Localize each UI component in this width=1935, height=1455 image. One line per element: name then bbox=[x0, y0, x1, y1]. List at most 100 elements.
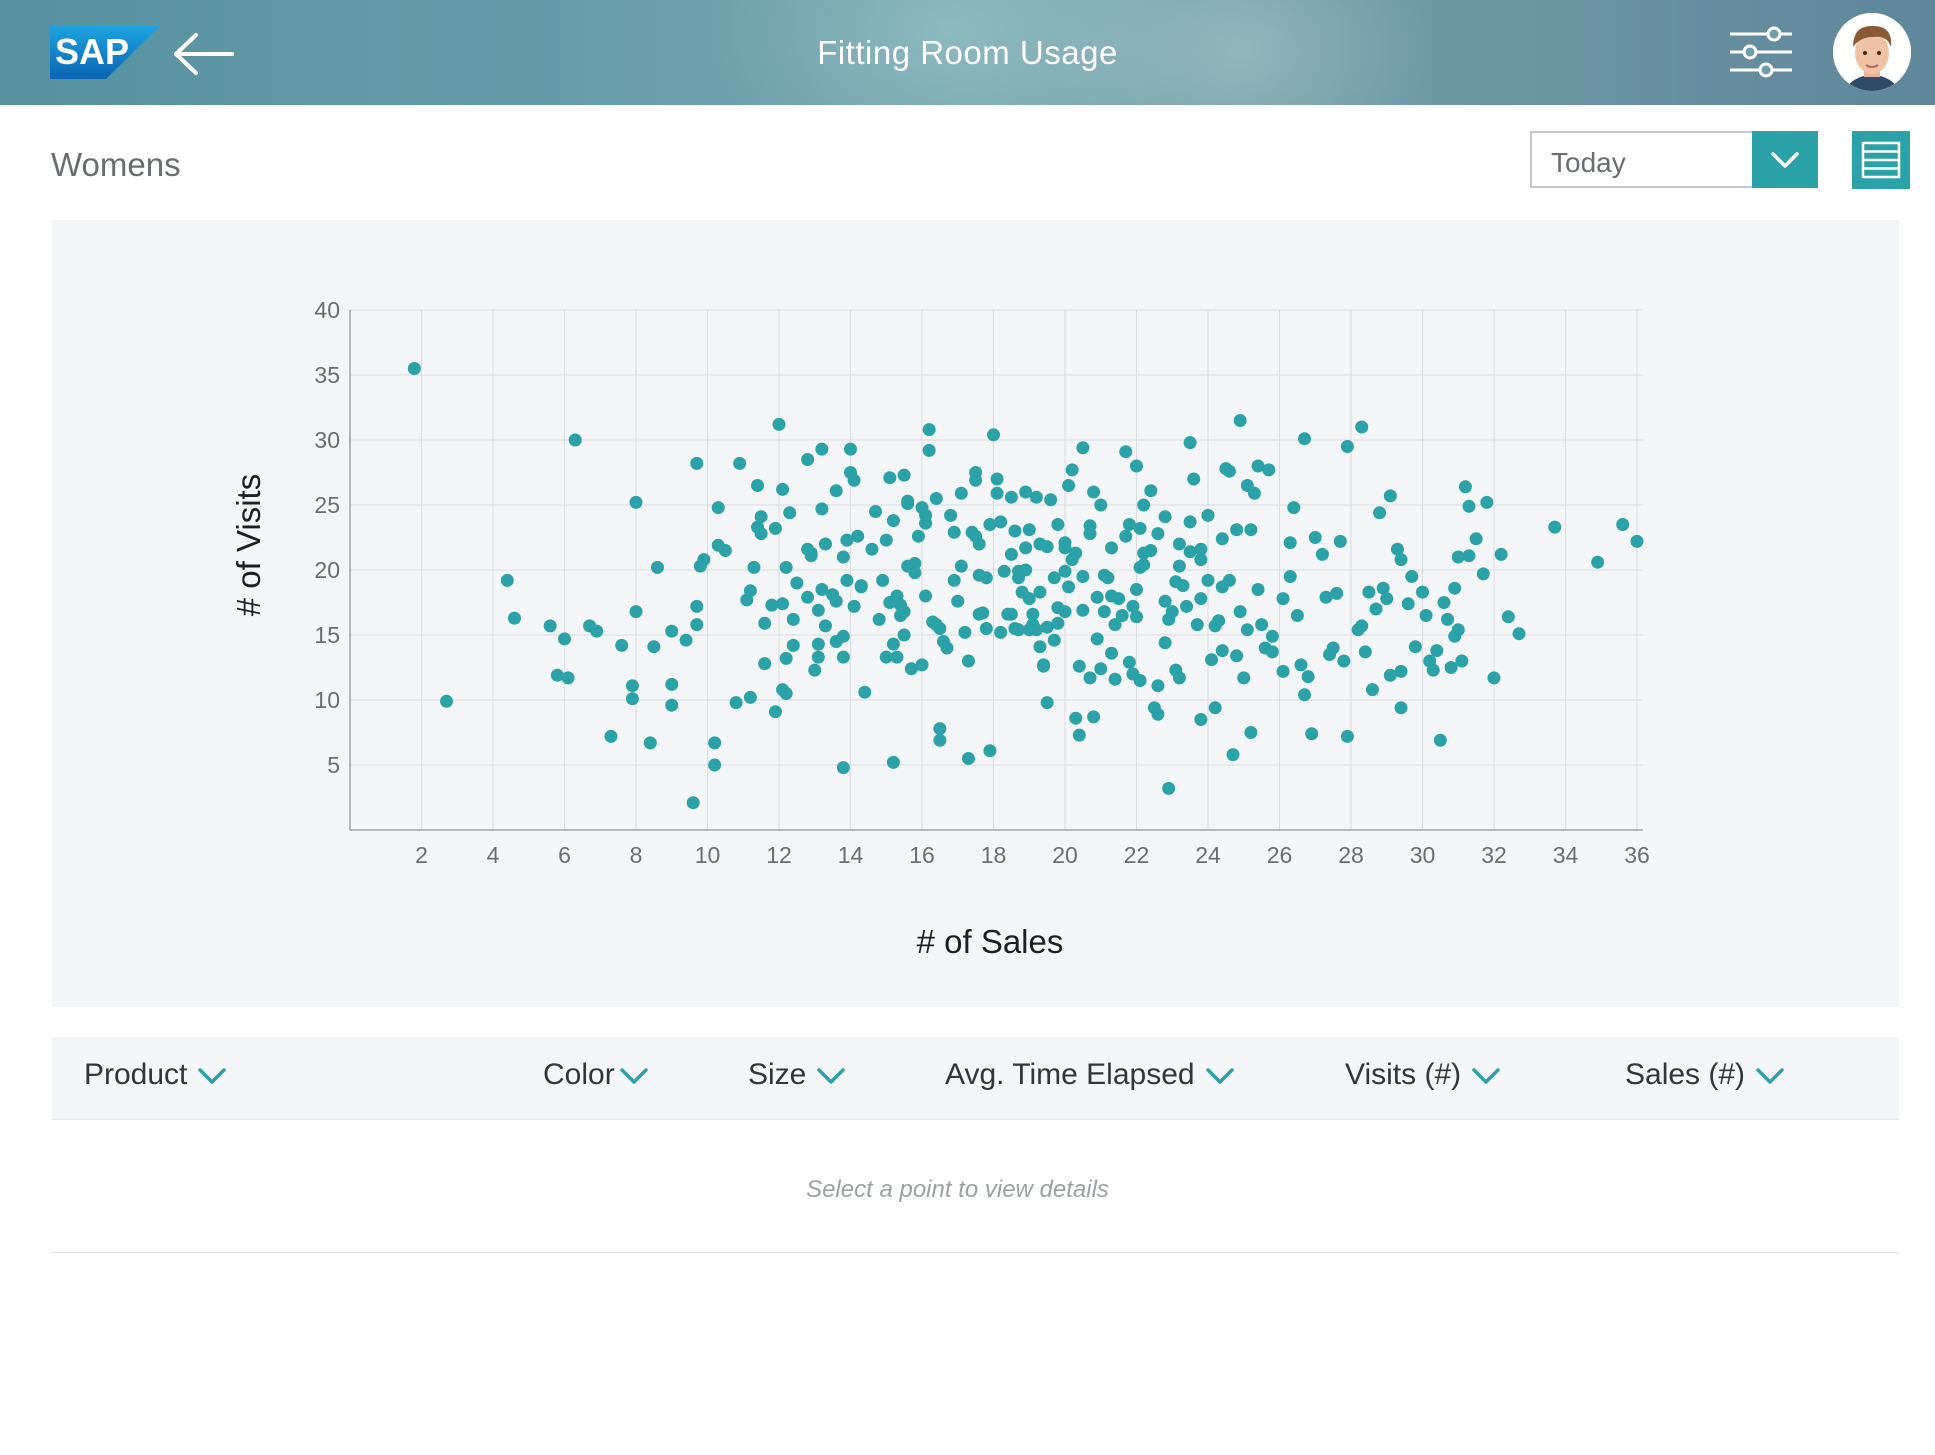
scatter-point[interactable] bbox=[829, 484, 843, 498]
scatter-point[interactable] bbox=[1108, 672, 1122, 686]
scatter-point[interactable] bbox=[911, 529, 925, 543]
scatter-point[interactable] bbox=[743, 584, 757, 598]
scatter-point[interactable] bbox=[615, 638, 629, 652]
scatter-point[interactable] bbox=[1044, 493, 1058, 507]
scatter-point[interactable] bbox=[840, 573, 854, 587]
scatter-point[interactable] bbox=[886, 755, 900, 769]
chevron-down-icon[interactable] bbox=[1752, 131, 1818, 188]
scatter-point[interactable] bbox=[987, 428, 1000, 442]
scatter-point[interactable] bbox=[1183, 436, 1197, 450]
scatter-point[interactable] bbox=[1394, 664, 1408, 678]
user-avatar[interactable] bbox=[1833, 13, 1911, 91]
scatter-point[interactable] bbox=[865, 542, 879, 556]
scatter-point[interactable] bbox=[1076, 441, 1090, 455]
scatter-point[interactable] bbox=[1033, 585, 1047, 599]
scatter-point[interactable] bbox=[1072, 659, 1086, 673]
scatter-point[interactable] bbox=[590, 624, 604, 638]
scatter-point[interactable] bbox=[1630, 534, 1644, 548]
scatter-point[interactable] bbox=[543, 619, 557, 633]
scatter-point[interactable] bbox=[1062, 479, 1076, 492]
scatter-point[interactable] bbox=[1365, 683, 1379, 697]
scatter-point[interactable] bbox=[1026, 607, 1040, 621]
scatter-point[interactable] bbox=[743, 690, 757, 704]
column-header-sales[interactable]: Sales (#) bbox=[1625, 1058, 1785, 1092]
scatter-point[interactable] bbox=[1419, 609, 1433, 622]
scatter-point[interactable] bbox=[811, 603, 825, 617]
scatter-point[interactable] bbox=[629, 495, 643, 509]
scatter-point[interactable] bbox=[407, 362, 421, 375]
scatter-point[interactable] bbox=[1004, 547, 1018, 561]
scatter-point[interactable] bbox=[997, 564, 1011, 578]
scatter-point[interactable] bbox=[851, 529, 865, 543]
scatter-point[interactable] bbox=[1265, 629, 1279, 643]
scatter-point[interactable] bbox=[922, 423, 936, 437]
scatter-point[interactable] bbox=[818, 537, 832, 551]
scatter-point[interactable] bbox=[872, 612, 886, 626]
scatter-point[interactable] bbox=[1090, 590, 1104, 604]
scatter-point[interactable] bbox=[1097, 605, 1111, 619]
scatter-point[interactable] bbox=[1019, 563, 1033, 577]
scatter-point[interactable] bbox=[754, 510, 768, 524]
scatter-point[interactable] bbox=[1019, 541, 1033, 555]
scatter-point[interactable] bbox=[994, 515, 1008, 529]
scatter-point[interactable] bbox=[1087, 485, 1101, 499]
scatter-point[interactable] bbox=[961, 752, 975, 765]
scatter-point[interactable] bbox=[440, 694, 454, 708]
scatter-point[interactable] bbox=[1426, 663, 1440, 677]
scatter-point[interactable] bbox=[972, 607, 986, 621]
scatter-point[interactable] bbox=[847, 599, 861, 613]
list-view-button[interactable] bbox=[1852, 131, 1910, 189]
scatter-point[interactable] bbox=[1001, 607, 1015, 621]
scatter-point[interactable] bbox=[1094, 662, 1108, 676]
scatter-point[interactable] bbox=[1380, 592, 1394, 606]
scatter-point[interactable] bbox=[811, 637, 825, 651]
scatter-point[interactable] bbox=[1119, 529, 1133, 543]
scatter-point[interactable] bbox=[1301, 670, 1315, 684]
scatter-point[interactable] bbox=[1008, 524, 1022, 538]
scatter-point[interactable] bbox=[1065, 463, 1079, 477]
scatter-point[interactable] bbox=[883, 471, 897, 485]
scatter-point[interactable] bbox=[1469, 532, 1483, 546]
scatter-point[interactable] bbox=[747, 560, 761, 574]
scatter-point[interactable] bbox=[1172, 559, 1186, 573]
scatter-point[interactable] bbox=[1194, 542, 1208, 556]
scatter-point[interactable] bbox=[1212, 614, 1226, 628]
scatter-point[interactable] bbox=[1462, 549, 1476, 563]
scatter-point[interactable] bbox=[1323, 648, 1337, 661]
scatter-point[interactable] bbox=[507, 611, 521, 625]
scatter-point[interactable] bbox=[844, 442, 857, 456]
scatter-point[interactable] bbox=[1047, 633, 1061, 647]
scatter-point[interactable] bbox=[886, 637, 900, 651]
scatter-point[interactable] bbox=[1276, 592, 1290, 606]
scatter-point[interactable] bbox=[1062, 580, 1076, 594]
scatter-point[interactable] bbox=[1115, 609, 1129, 622]
scatter-point[interactable] bbox=[1040, 540, 1054, 554]
scatter-point[interactable] bbox=[561, 671, 575, 685]
scatter-point[interactable] bbox=[1083, 519, 1097, 533]
scatter-point[interactable] bbox=[1112, 592, 1126, 606]
scatter-point[interactable] bbox=[1233, 414, 1247, 427]
scatter-point[interactable] bbox=[1355, 619, 1369, 633]
scatter-point[interactable] bbox=[818, 619, 832, 633]
scatter-point[interactable] bbox=[1616, 518, 1630, 531]
scatter-point[interactable] bbox=[786, 638, 800, 652]
scatter-point[interactable] bbox=[1548, 520, 1562, 534]
scatter-point[interactable] bbox=[1058, 536, 1072, 550]
scatter-point[interactable] bbox=[1194, 592, 1208, 606]
scatter-point[interactable] bbox=[754, 527, 768, 541]
scatter-point[interactable] bbox=[836, 761, 850, 775]
scatter-point[interactable] bbox=[686, 796, 700, 810]
scatter-point[interactable] bbox=[919, 589, 933, 603]
scatter-point[interactable] bbox=[1130, 459, 1143, 473]
scatter-point[interactable] bbox=[690, 456, 704, 470]
scatter-point[interactable] bbox=[897, 468, 911, 482]
scatter-point[interactable] bbox=[1455, 654, 1469, 668]
scatter-point[interactable] bbox=[1287, 501, 1301, 515]
scatter-point[interactable] bbox=[1230, 649, 1244, 663]
scatter-point[interactable] bbox=[625, 679, 639, 693]
scatter-point[interactable] bbox=[1591, 555, 1605, 569]
scatter-point[interactable] bbox=[1294, 658, 1308, 672]
scatter-point[interactable] bbox=[708, 758, 722, 772]
scatter-point[interactable] bbox=[1308, 531, 1322, 544]
scatter-point[interactable] bbox=[1172, 537, 1186, 551]
